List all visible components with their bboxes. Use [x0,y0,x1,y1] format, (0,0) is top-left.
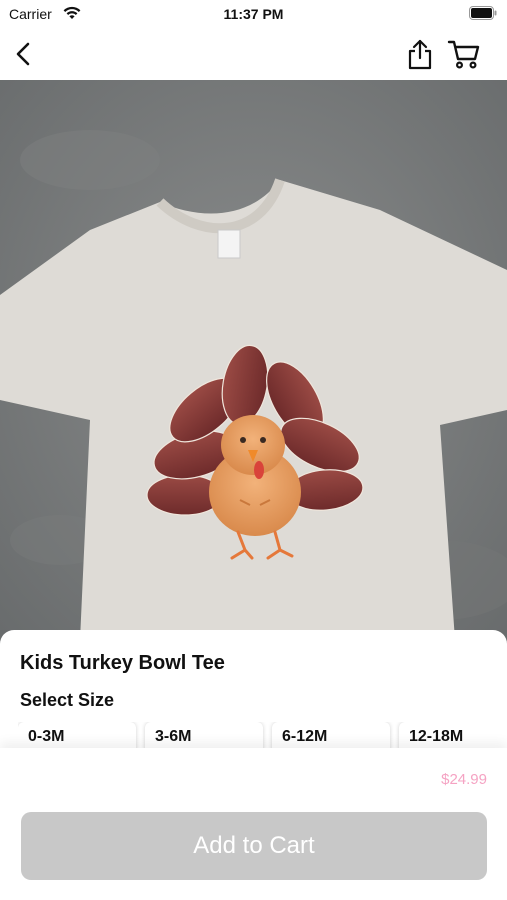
product-price: $24.99 [441,771,487,788]
size-options: 0-3M 3-6M 6-12M 12-18M [18,722,507,748]
back-button[interactable] [6,36,42,72]
nav-bar [0,28,507,80]
cart-icon [447,40,480,69]
checkout-bar: $24.99 Add to Cart [0,748,507,900]
size-option-0-3m[interactable]: 0-3M [18,722,136,748]
status-time: 11:37 PM [223,6,284,22]
status-bar: Carrier 11:37 PM [0,0,507,28]
product-image [0,80,507,660]
size-option-12-18m[interactable]: 12-18M [399,722,507,748]
add-to-cart-button[interactable]: Add to Cart [21,812,487,880]
share-button[interactable] [402,36,438,72]
battery-icon [469,6,497,20]
size-option-3-6m[interactable]: 3-6M [145,722,263,748]
cart-button[interactable] [446,36,482,72]
chevron-left-icon [16,42,30,66]
share-icon [408,39,432,70]
select-size-label: Select Size [20,690,115,710]
size-option-6-12m[interactable]: 6-12M [272,722,390,748]
product-title: Kids Turkey Bowl Tee [20,652,225,674]
